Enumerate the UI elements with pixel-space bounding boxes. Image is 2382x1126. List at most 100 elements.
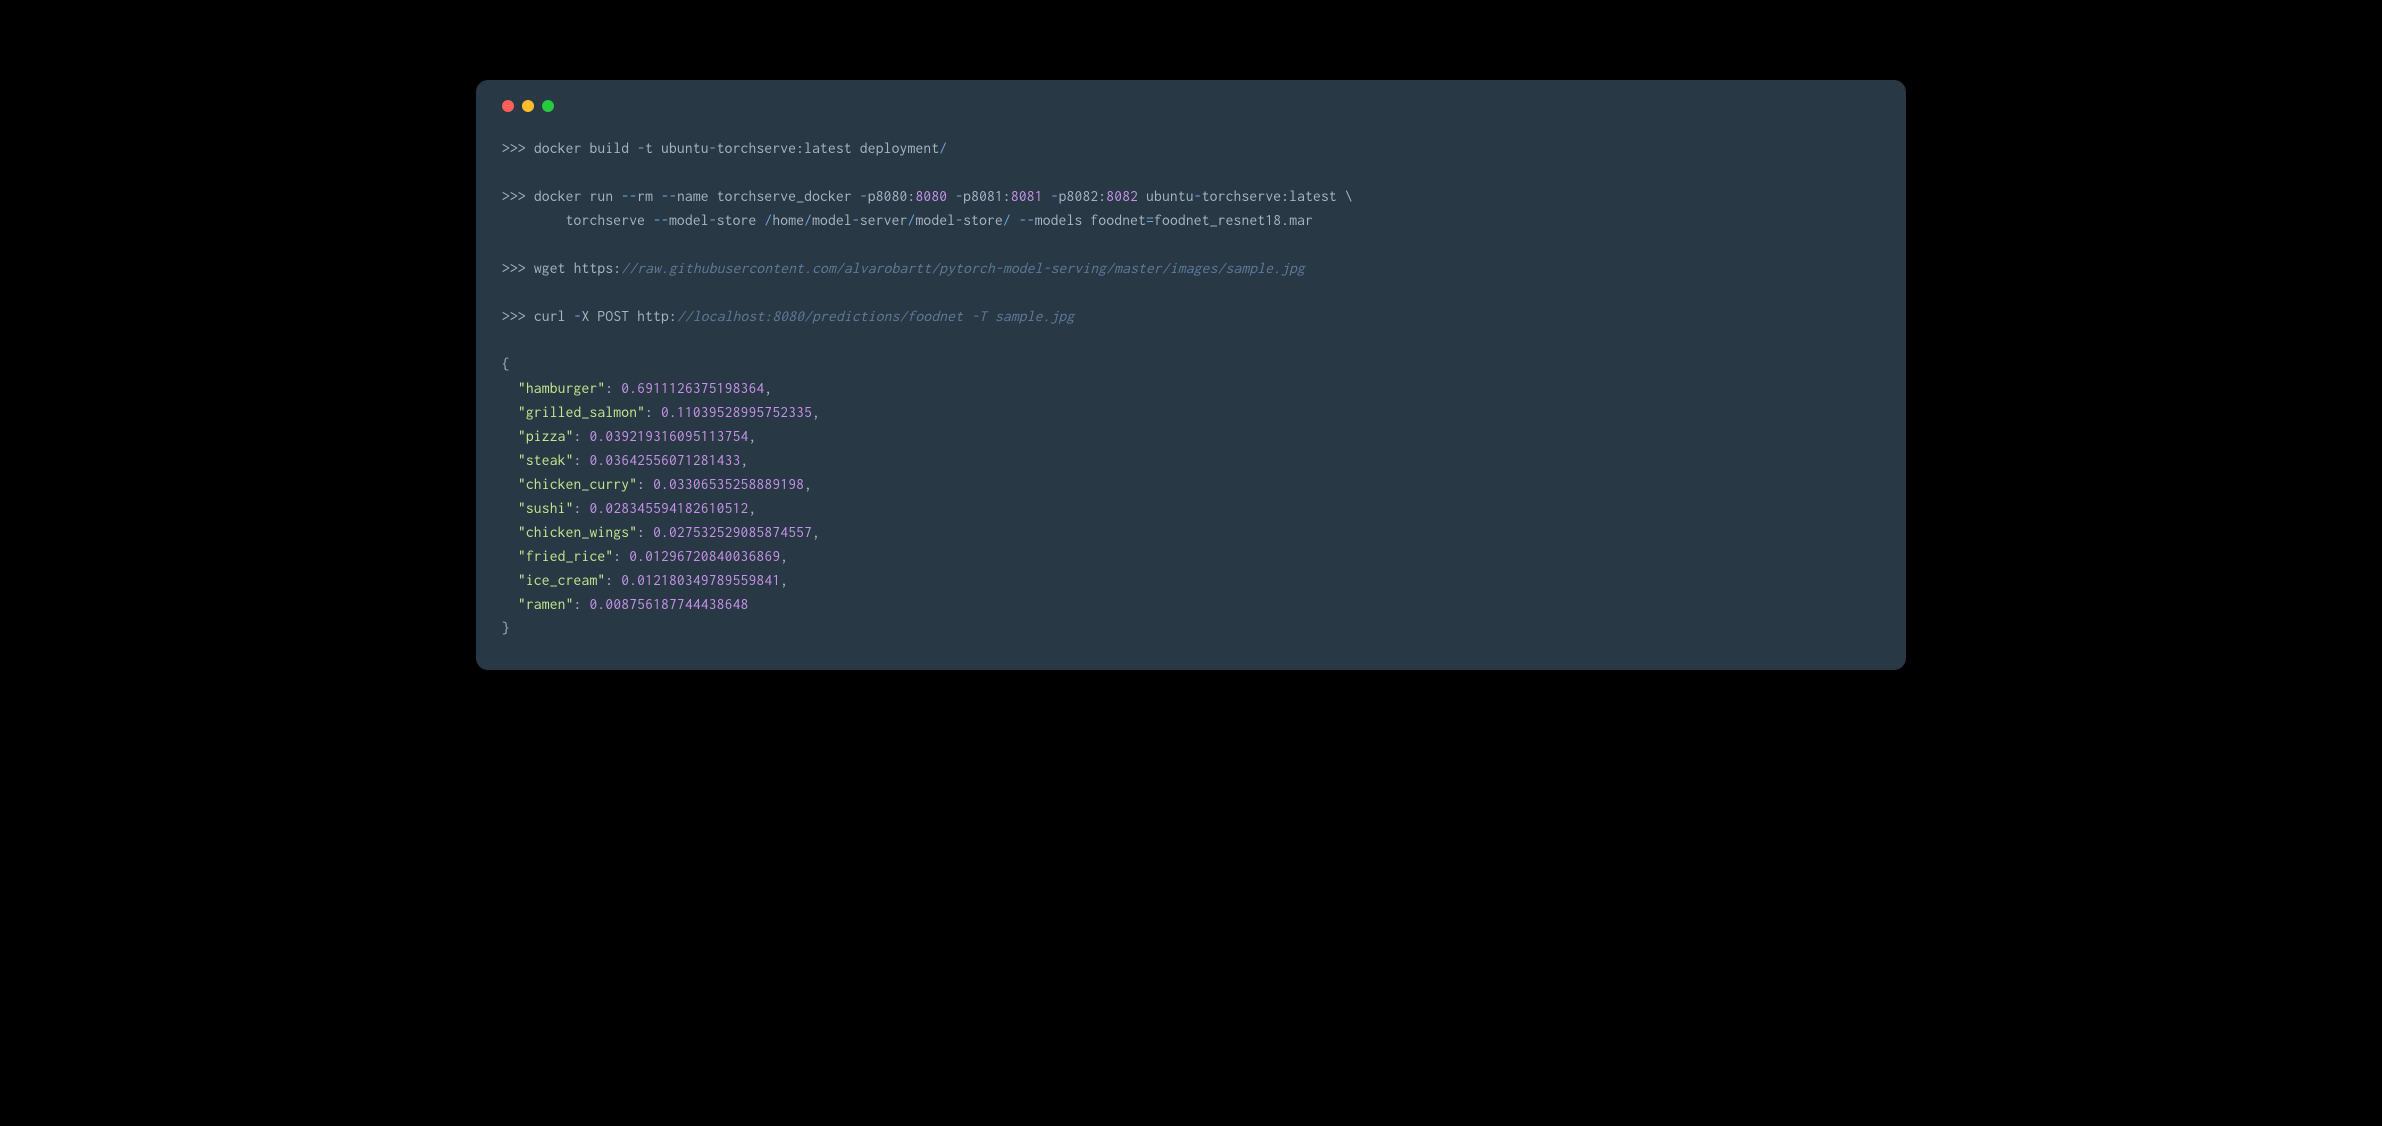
token-op: - xyxy=(1051,188,1059,204)
token-punct: , xyxy=(764,380,772,396)
token-punct: , xyxy=(812,524,820,540)
token-punct: : xyxy=(574,452,590,468)
token-text: docker build xyxy=(534,140,637,156)
command-line: >>> docker build -t ubuntu-torchserve:la… xyxy=(502,136,1880,160)
token-punct: : xyxy=(645,404,661,420)
token-text: store xyxy=(717,212,765,228)
token-text: rm xyxy=(637,188,661,204)
token-text xyxy=(502,476,518,492)
token-punct: { xyxy=(502,356,510,372)
token-str: "fried_rice" xyxy=(518,548,613,564)
output-line: "hamburger": 0.6911126375198364, xyxy=(502,376,1880,400)
token-text xyxy=(1011,212,1019,228)
token-text: name torchserve_docker xyxy=(677,188,860,204)
token-punct: : xyxy=(637,524,653,540)
maximize-icon[interactable] xyxy=(542,100,554,112)
token-op: - xyxy=(574,308,582,324)
token-str: "sushi" xyxy=(518,500,574,516)
token-punct: : xyxy=(605,572,621,588)
token-text xyxy=(502,524,518,540)
token-text xyxy=(502,500,518,516)
token-punct: , xyxy=(748,500,756,516)
output-line: "chicken_curry": 0.03306535258889198, xyxy=(502,472,1880,496)
token-punct: : xyxy=(574,596,590,612)
blank-line xyxy=(502,232,1880,256)
token-text: t ubuntu xyxy=(645,140,709,156)
token-text xyxy=(502,548,518,564)
token-text: models foodnet xyxy=(1035,212,1146,228)
output-line: "chicken_wings": 0.027532529085874557, xyxy=(502,520,1880,544)
output-line: } xyxy=(502,616,1880,640)
output-line: "ramen": 0.008756187744438648 xyxy=(502,592,1880,616)
token-prompt: >>> xyxy=(502,308,534,324)
token-text: p8082: xyxy=(1059,188,1107,204)
token-str: "grilled_salmon" xyxy=(518,404,645,420)
token-text xyxy=(502,380,518,396)
token-op: -- xyxy=(653,212,669,228)
blank-line xyxy=(502,280,1880,304)
token-text: p8080: xyxy=(868,188,916,204)
traffic-lights xyxy=(502,100,1880,112)
token-num: 8080 xyxy=(915,188,947,204)
command-line: >>> wget https://raw.githubusercontent.c… xyxy=(502,256,1880,280)
token-op: - xyxy=(955,212,963,228)
token-punct: : xyxy=(613,548,629,564)
token-text: wget https: xyxy=(534,260,621,276)
token-op: -- xyxy=(621,188,637,204)
token-str: "chicken_wings" xyxy=(518,524,637,540)
token-text xyxy=(502,452,518,468)
output-line: "sushi": 0.028345594182610512, xyxy=(502,496,1880,520)
token-num: 0.027532529085874557 xyxy=(653,524,812,540)
token-text: torchserve:latest deployment xyxy=(717,140,940,156)
token-num: 0.03642556071281433 xyxy=(589,452,740,468)
token-comment: //raw.githubusercontent.com/alvarobartt/… xyxy=(621,260,1305,276)
token-punct: : xyxy=(574,500,590,516)
output-line: "pizza": 0.039219316095113754, xyxy=(502,424,1880,448)
output-line: { xyxy=(502,352,1880,376)
token-punct: , xyxy=(780,548,788,564)
token-prompt: >>> xyxy=(502,140,534,156)
token-op: - xyxy=(709,212,717,228)
token-punct: : xyxy=(605,380,621,396)
token-str: "steak" xyxy=(518,452,574,468)
terminal-content[interactable]: >>> docker build -t ubuntu-torchserve:la… xyxy=(502,136,1880,640)
token-punct: : xyxy=(574,428,590,444)
token-op: - xyxy=(955,188,963,204)
token-prompt: >>> xyxy=(502,188,534,204)
token-num: 0.6911126375198364 xyxy=(621,380,764,396)
token-text: home xyxy=(772,212,804,228)
token-num: 0.039219316095113754 xyxy=(589,428,748,444)
blank-line xyxy=(502,328,1880,352)
token-op: = xyxy=(1146,212,1154,228)
token-text: model xyxy=(915,212,955,228)
token-punct: , xyxy=(748,428,756,444)
token-str: "pizza" xyxy=(518,428,574,444)
token-punct: , xyxy=(812,404,820,420)
token-text: server xyxy=(860,212,908,228)
token-num: 0.03306535258889198 xyxy=(653,476,804,492)
token-punct: } xyxy=(502,620,510,636)
token-str: "ramen" xyxy=(518,596,574,612)
token-op: - xyxy=(637,140,645,156)
token-num: 8081 xyxy=(1011,188,1043,204)
token-text: ubuntu xyxy=(1138,188,1194,204)
token-num: 0.11039528995752335 xyxy=(661,404,812,420)
token-str: "ice_cream" xyxy=(518,572,605,588)
token-text: torchserve xyxy=(502,212,653,228)
token-text: model xyxy=(812,212,852,228)
close-icon[interactable] xyxy=(502,100,514,112)
token-text: docker run xyxy=(534,188,621,204)
token-str: "hamburger" xyxy=(518,380,605,396)
minimize-icon[interactable] xyxy=(522,100,534,112)
output-line: "fried_rice": 0.01296720840036869, xyxy=(502,544,1880,568)
token-op: -- xyxy=(1019,212,1035,228)
token-op: - xyxy=(852,212,860,228)
token-text xyxy=(502,596,518,612)
terminal-window: >>> docker build -t ubuntu-torchserve:la… xyxy=(476,80,1906,670)
token-text: store xyxy=(963,212,1003,228)
token-text: foodnet_resnet18.mar xyxy=(1154,212,1313,228)
token-punct: , xyxy=(804,476,812,492)
blank-line xyxy=(502,160,1880,184)
token-op: / xyxy=(939,140,947,156)
token-num: 0.028345594182610512 xyxy=(589,500,748,516)
